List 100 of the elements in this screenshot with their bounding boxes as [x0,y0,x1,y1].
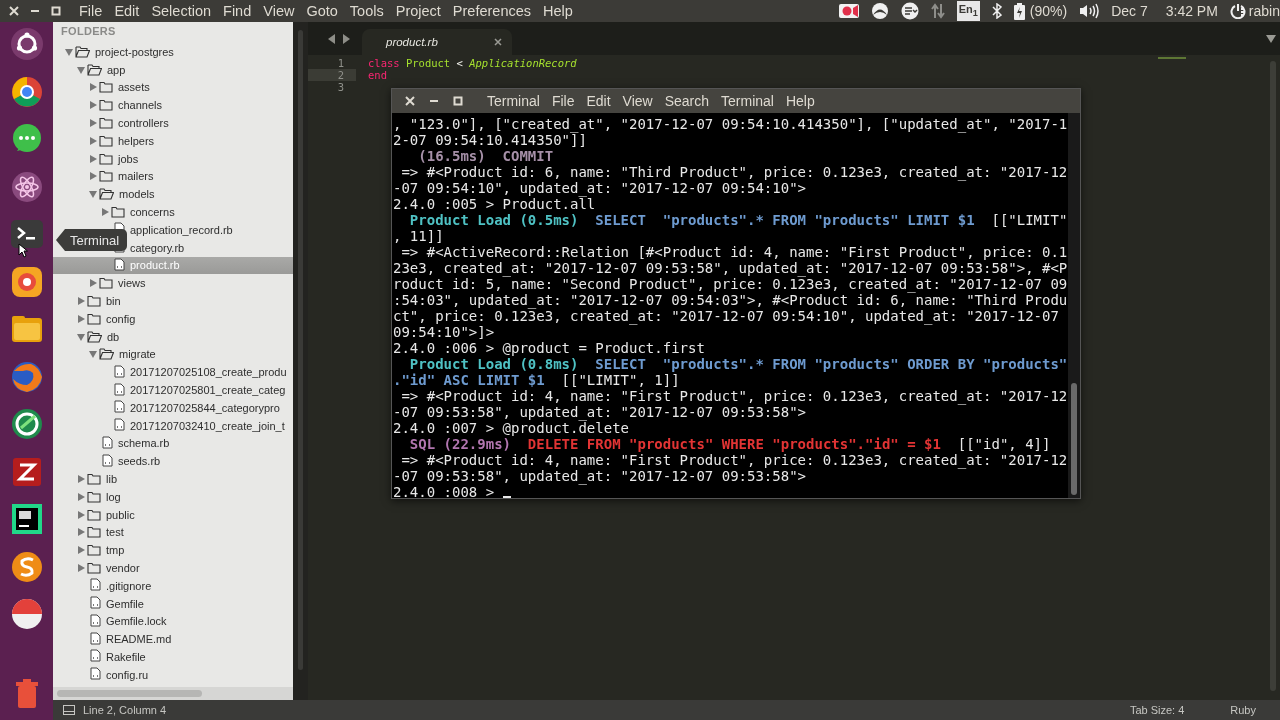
menu-item[interactable]: Selection [145,3,218,19]
back-arrow-icon[interactable] [328,33,336,44]
folder-name[interactable]: controllers [118,117,169,130]
menu-item[interactable]: Search [658,93,716,109]
menu-item[interactable]: File [545,93,581,109]
collapsed-arrow-icon[interactable] [77,528,85,537]
scrollbar-thumb[interactable] [57,690,202,697]
menu-item[interactable]: View [257,3,301,19]
file-name[interactable]: .gitignore [106,579,152,592]
folder-name[interactable]: channels [118,99,163,112]
file-name[interactable]: category.rb [130,241,185,254]
file-name[interactable]: README.md [106,633,172,646]
folder-name[interactable]: db [107,330,120,343]
clock-label[interactable]: 3:42 PM [1165,3,1218,19]
folder-name[interactable]: bin [106,295,121,308]
folder-name[interactable]: lib [106,473,117,485]
file-icon [90,578,101,592]
file-name[interactable]: Gemfile.lock [106,615,167,628]
menu-item[interactable]: Tools [343,3,390,19]
folder-name[interactable]: config [106,312,136,325]
folder-name[interactable]: helpers [118,134,155,147]
collapsed-arrow-icon[interactable] [89,136,97,145]
file-name[interactable]: seeds.rb [118,455,161,468]
battery-charging-icon[interactable] [1013,2,1025,20]
folder-name[interactable]: test [106,526,124,539]
menu-item[interactable]: Edit [108,3,146,19]
menu-item[interactable]: Edit [580,93,617,109]
bluetooth-icon[interactable] [991,3,1002,19]
menu-item[interactable]: Preferences [446,3,538,19]
expanded-arrow-icon[interactable] [77,332,85,341]
folder-name[interactable]: concerns [130,206,175,219]
keyboard-layout-indicator[interactable]: En$_{1}$ [956,0,980,22]
menu-circle-icon[interactable] [900,2,919,20]
folder-name[interactable]: mailers [118,170,154,183]
folder-name[interactable]: assets [118,81,150,94]
folder-name[interactable]: migrate [119,348,156,361]
file-name[interactable]: 20171207025801_create_categ [130,384,286,397]
menu-item[interactable]: Terminal [715,93,780,109]
collapsed-arrow-icon[interactable] [101,208,109,217]
menu-item[interactable]: Goto [300,3,344,19]
collapsed-arrow-icon[interactable] [89,279,97,288]
dropdown-arrow-icon[interactable] [1266,35,1276,43]
file-name[interactable]: config.ru [106,668,149,681]
menu-item[interactable]: Project [389,3,447,19]
folder-name[interactable]: vendor [106,562,140,574]
collapsed-arrow-icon[interactable] [89,101,97,110]
syntax-label[interactable]: Ruby [1230,704,1256,716]
date-label[interactable]: Dec 7 [1111,3,1148,19]
file-name[interactable]: application_record.rb [130,223,233,236]
folder-name[interactable]: views [118,277,146,290]
collapsed-arrow-icon[interactable] [77,510,85,519]
close-icon[interactable] [494,38,502,46]
folder-name[interactable]: app [107,63,126,76]
menu-item[interactable]: Find [217,3,258,19]
expanded-arrow-icon[interactable] [77,65,85,74]
collapsed-arrow-icon[interactable] [89,83,97,92]
expanded-arrow-icon[interactable] [65,47,73,56]
power-icon[interactable] [1229,3,1246,19]
maximize-icon[interactable] [51,6,61,16]
menu-item[interactable]: Help [537,3,579,19]
forward-arrow-icon[interactable] [342,33,350,44]
maximize-icon[interactable] [453,96,463,106]
folder-name[interactable]: project-postgres [95,45,174,58]
collapsed-arrow-icon[interactable] [89,172,97,181]
sidebar-header: FOLDERS [60,24,117,39]
expanded-arrow-icon[interactable] [89,350,97,359]
file-name[interactable]: 20171207025108_create_produ [130,366,287,379]
menu-item[interactable]: File [73,3,109,19]
file-name[interactable]: Gemfile [106,597,144,610]
volume-icon[interactable] [1079,3,1100,19]
file-tab[interactable]: product.rb [362,29,512,55]
folder-name[interactable]: models [119,188,155,201]
collapsed-arrow-icon[interactable] [89,154,97,163]
collapsed-arrow-icon[interactable] [77,314,85,323]
collapsed-arrow-icon[interactable] [77,492,85,501]
folder-name[interactable]: tmp [106,544,125,557]
collapsed-arrow-icon[interactable] [77,564,85,572]
folder-name[interactable]: jobs [118,152,139,165]
ring-logo-icon[interactable] [8,26,45,62]
menu-item[interactable]: Help [779,93,821,109]
file-name[interactable]: Rakefile [106,651,146,663]
folder-icon [99,152,113,165]
collapsed-arrow-icon[interactable] [77,297,85,306]
tab-size-label[interactable]: Tab Size: 4 [1129,704,1185,716]
file-name[interactable]: 20171207032410_create_join_t [130,419,285,432]
expanded-arrow-icon[interactable] [89,190,97,199]
network-arrows-icon[interactable] [930,3,945,19]
collapsed-arrow-icon[interactable] [77,546,85,555]
record-icon[interactable] [838,4,859,18]
arc-icon[interactable] [870,3,889,19]
file-name[interactable]: schema.rb [118,437,170,450]
folder-name[interactable]: public [106,508,135,521]
collapsed-arrow-icon[interactable] [89,119,97,128]
menu-item[interactable]: View [616,93,659,109]
collapsed-arrow-icon[interactable] [77,475,85,483]
scrollbar-thumb[interactable] [1071,383,1077,495]
file-name[interactable]: 20171207025844_categorypro [130,401,280,414]
user-name[interactable]: rabin [1248,3,1280,19]
folder-name[interactable]: log [106,490,121,503]
panel-icon[interactable] [63,705,75,715]
